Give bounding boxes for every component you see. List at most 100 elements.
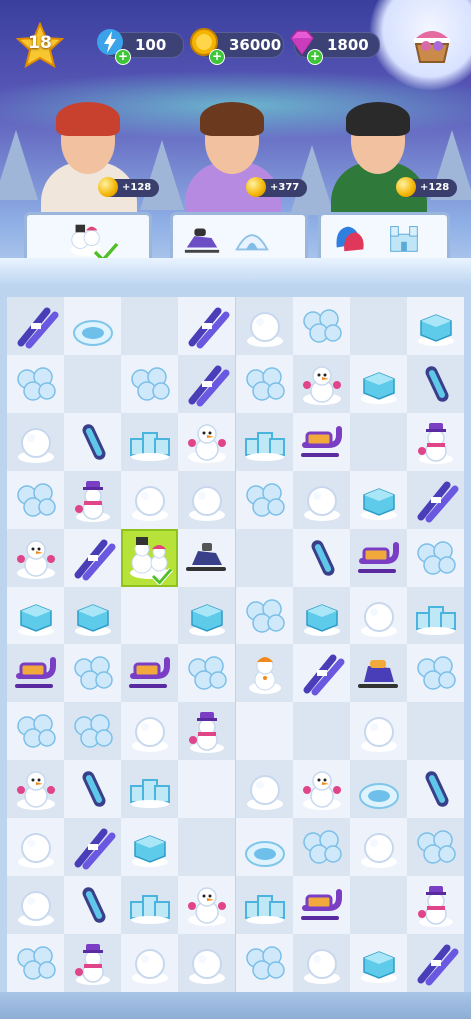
board-cell-r11-c0[interactable] [7, 933, 64, 992]
board-cell-r8-c5[interactable] [292, 760, 350, 819]
board-cell-r5-c5[interactable] [292, 586, 350, 645]
coins-counter[interactable]: + 36000 [190, 28, 284, 65]
ice-block-icon[interactable] [356, 940, 402, 986]
board-cell-r3-c0[interactable] [7, 470, 64, 529]
board-cell-r8-c7[interactable] [406, 760, 464, 819]
ice-wall-icon[interactable] [127, 766, 173, 812]
board-cell-r4-c3[interactable] [178, 528, 236, 587]
board-cell-r8-c6[interactable] [349, 760, 407, 819]
ice-wall-icon[interactable] [127, 882, 173, 928]
snowflake-icon[interactable] [242, 361, 288, 407]
board-cell-r4-c7[interactable] [406, 528, 464, 587]
board-cell-r10-c4[interactable] [235, 876, 293, 934]
board-cell-r11-c3[interactable] [178, 933, 236, 992]
board-cell-r3-c2[interactable] [121, 470, 179, 529]
board-cell-r7-c0[interactable] [7, 702, 64, 761]
board-cell-r11-c2[interactable] [121, 933, 179, 992]
skis-icon[interactable] [299, 650, 345, 696]
board-cell-r1-c4[interactable] [235, 354, 293, 413]
board-cell-r6-c4[interactable] [235, 644, 293, 703]
board-cell-r8-c0[interactable] [7, 760, 64, 819]
skis-icon[interactable] [70, 535, 116, 581]
snowman-icon[interactable] [184, 882, 230, 928]
snowboard-icon[interactable] [70, 766, 116, 812]
igloo-icon[interactable] [356, 766, 402, 812]
snowman-icon[interactable] [184, 419, 230, 465]
sled-icon[interactable] [127, 650, 173, 696]
board-cell-r3-c6[interactable] [349, 470, 407, 529]
board-cell-r2-c2[interactable] [121, 412, 179, 471]
snowman-hat-icon[interactable] [413, 882, 459, 928]
board-cell-r1-c7[interactable] [406, 354, 464, 413]
snowmobile-sled-icon[interactable] [356, 650, 402, 696]
board-cell-r2-c7[interactable] [406, 412, 464, 471]
snowboard-icon[interactable] [299, 535, 345, 581]
board-cell-r0-c4[interactable] [235, 297, 293, 355]
snowball-icon[interactable] [13, 882, 59, 928]
board-cell-r5-c0[interactable] [7, 586, 64, 645]
skis-icon[interactable] [413, 477, 459, 523]
order-card-2[interactable] [170, 212, 308, 264]
ice-block-icon[interactable] [127, 824, 173, 870]
order-card-1[interactable] [24, 212, 152, 264]
board-cell-r9-c3[interactable] [178, 818, 236, 877]
snowman-hat-icon[interactable] [184, 708, 230, 754]
snowball-icon[interactable] [13, 419, 59, 465]
ice-wall-icon[interactable] [127, 419, 173, 465]
board-cell-r7-c3[interactable] [178, 702, 236, 761]
snowball-icon[interactable] [299, 477, 345, 523]
skis-icon[interactable] [70, 824, 116, 870]
board-cell-r6-c0[interactable] [7, 644, 64, 703]
sled-icon[interactable] [299, 882, 345, 928]
ice-block-icon[interactable] [70, 593, 116, 639]
snowball-icon[interactable] [242, 303, 288, 349]
board-cell-r1-c6[interactable] [349, 354, 407, 413]
board-cell-r8-c4[interactable] [235, 760, 293, 819]
board-cell-r9-c4[interactable] [235, 818, 293, 877]
board-cell-r4-c5[interactable] [292, 528, 350, 587]
snowman-icon[interactable] [299, 361, 345, 407]
skis-icon[interactable] [184, 361, 230, 407]
snowman-hat-icon[interactable] [70, 477, 116, 523]
add-coins-button[interactable]: + [209, 49, 225, 65]
board-cell-r3-c4[interactable] [235, 470, 293, 529]
board-cell-r4-c0[interactable] [7, 528, 64, 587]
board-cell-r7-c7[interactable] [406, 702, 464, 761]
board-cell-r8-c1[interactable] [64, 760, 122, 819]
order-card-3[interactable] [318, 212, 450, 264]
board-cell-r7-c5[interactable] [292, 702, 350, 761]
board-cell-r9-c1[interactable] [64, 818, 122, 877]
board-cell-r4-c4[interactable] [235, 528, 293, 587]
board-cell-r2-c6[interactable] [349, 412, 407, 471]
add-gems-button[interactable]: + [307, 49, 323, 65]
snowball-icon[interactable] [184, 477, 230, 523]
snowball-icon[interactable] [356, 593, 402, 639]
ice-block-icon[interactable] [184, 593, 230, 639]
board-cell-r1-c5[interactable] [292, 354, 350, 413]
board-cell-r1-c0[interactable] [7, 354, 64, 413]
board-cell-r0-c5[interactable] [292, 297, 350, 355]
board-cell-r2-c3[interactable] [178, 412, 236, 471]
igloo-icon[interactable] [242, 824, 288, 870]
snowball-icon[interactable] [184, 940, 230, 986]
skis-icon[interactable] [184, 303, 230, 349]
board-cell-r4-c2[interactable] [121, 528, 179, 587]
skis-icon[interactable] [13, 303, 59, 349]
board-cell-r10-c6[interactable] [349, 876, 407, 934]
snowman-hat-icon[interactable] [70, 940, 116, 986]
board-cell-r11-c6[interactable] [349, 933, 407, 992]
snowflake-icon[interactable] [13, 940, 59, 986]
energy-counter[interactable]: + 100 [97, 29, 184, 65]
board-cell-r6-c5[interactable] [292, 644, 350, 703]
board-cell-r10-c1[interactable] [64, 876, 122, 934]
snowflake-icon[interactable] [299, 303, 345, 349]
gems-counter[interactable]: + 1800 [290, 30, 380, 65]
ice-wall-icon[interactable] [242, 882, 288, 928]
snowflake-icon[interactable] [184, 650, 230, 696]
board-cell-r1-c2[interactable] [121, 354, 179, 413]
board-cell-r9-c6[interactable] [349, 818, 407, 877]
board-cell-r9-c7[interactable] [406, 818, 464, 877]
board-cell-r0-c6[interactable] [349, 297, 407, 355]
board-cell-r3-c5[interactable] [292, 470, 350, 529]
sled-icon[interactable] [13, 650, 59, 696]
